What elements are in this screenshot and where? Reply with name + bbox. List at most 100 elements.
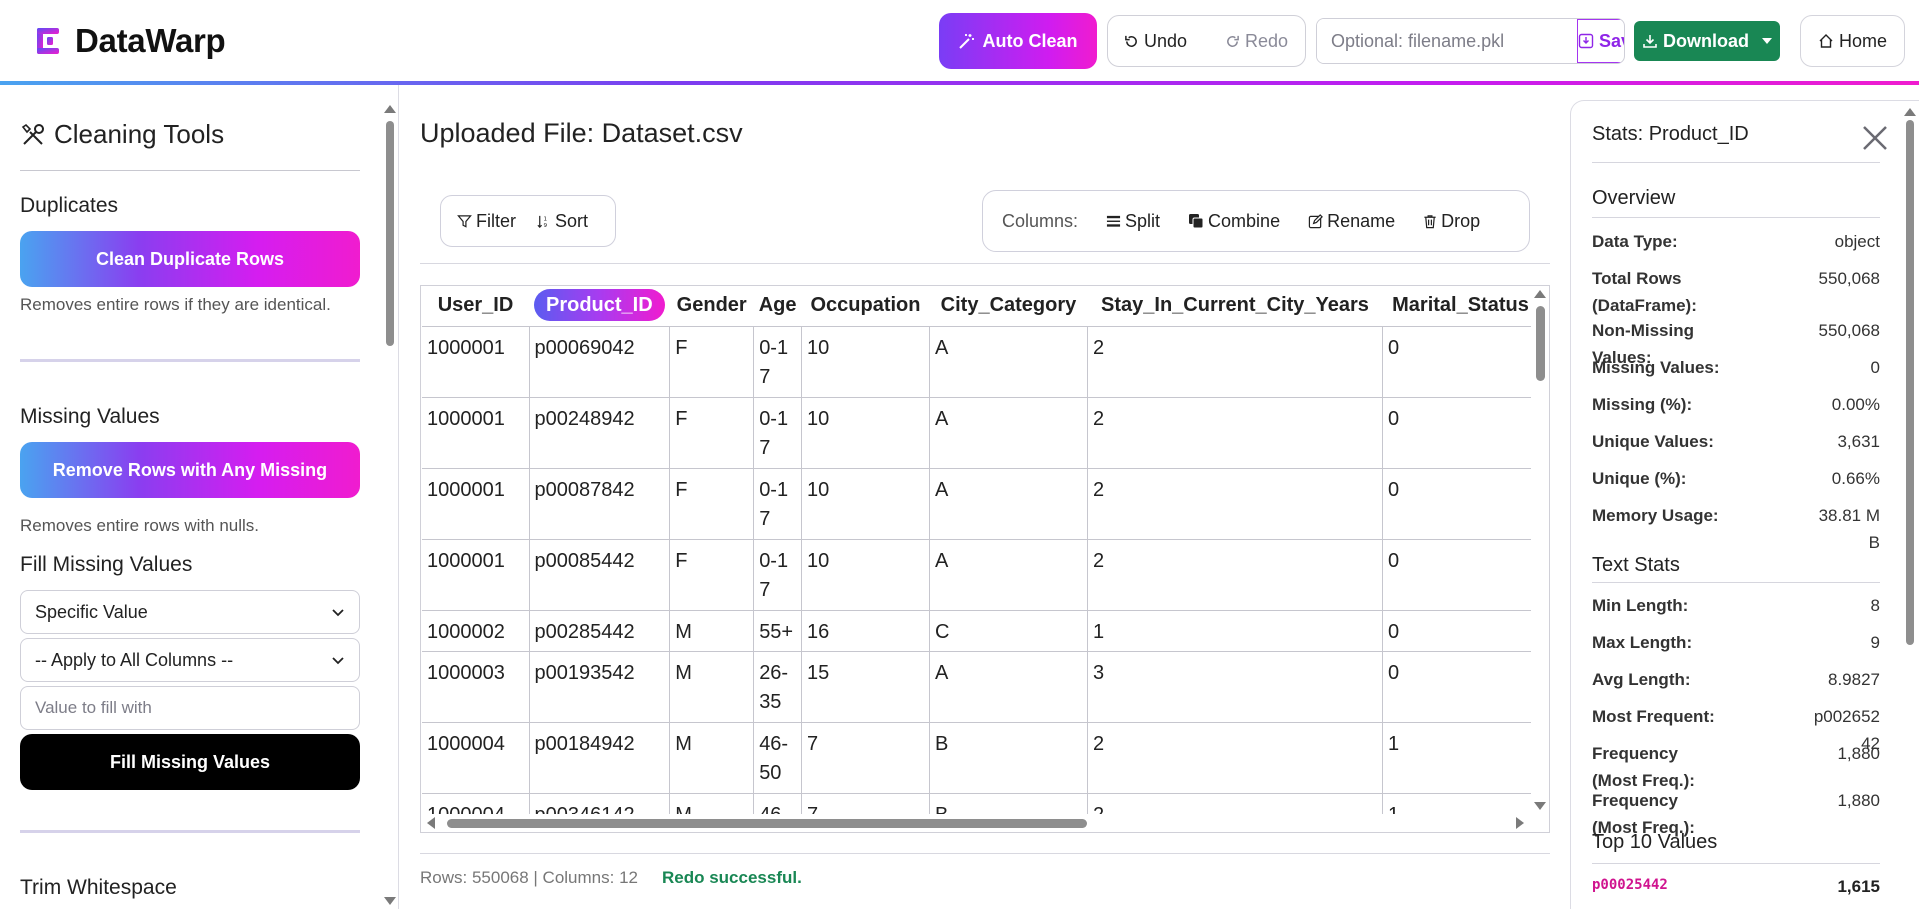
table-cell[interactable]: 0 xyxy=(1382,539,1539,611)
scroll-down-icon[interactable] xyxy=(1534,802,1546,810)
table-cell[interactable]: 2 xyxy=(1087,326,1383,398)
redo-button[interactable]: Redo xyxy=(1209,16,1304,66)
column-header[interactable]: User_ID xyxy=(422,286,529,327)
table-cell[interactable]: 1 xyxy=(1382,722,1539,794)
table-cell[interactable]: p00085442 xyxy=(529,539,671,611)
table-cell[interactable]: 10 xyxy=(801,397,930,469)
table-cell[interactable]: A xyxy=(929,539,1088,611)
table-cell[interactable]: p00069042 xyxy=(529,326,671,398)
fill-method-select[interactable]: Specific Value xyxy=(20,590,360,634)
table-cell[interactable]: 1000001 xyxy=(422,397,530,469)
filter-button[interactable]: Filter xyxy=(457,211,516,232)
table-cell[interactable]: A xyxy=(929,397,1088,469)
table-cell[interactable]: 2 xyxy=(1087,722,1383,794)
table-hscroll-thumb[interactable] xyxy=(447,819,1087,828)
table-cell[interactable]: A xyxy=(929,651,1088,723)
column-header[interactable]: Marital_Status xyxy=(1382,286,1539,327)
table-cell[interactable]: 10 xyxy=(801,468,930,540)
table-cell[interactable]: 26-35 xyxy=(753,651,802,723)
table-row[interactable]: 1000001 p00248942 F 0-17 10 A 2 0 xyxy=(422,397,1539,469)
scroll-up-icon[interactable] xyxy=(384,105,396,113)
table-cell[interactable]: p00248942 xyxy=(529,397,671,469)
split-column-button[interactable]: Split xyxy=(1106,211,1160,232)
table-cell[interactable]: 7 xyxy=(801,722,930,794)
table-cell[interactable]: F xyxy=(669,397,755,469)
scroll-left-icon[interactable] xyxy=(427,817,435,829)
table-vscroll-thumb[interactable] xyxy=(1536,306,1545,381)
table-row[interactable]: 1000003 p00193542 M 26-35 15 A 3 0 xyxy=(422,651,1539,723)
table-row[interactable]: 1000002 p00285442 M 55+ 16 C 1 0 xyxy=(422,610,1539,652)
drop-column-button[interactable]: Drop xyxy=(1423,211,1480,232)
table-cell[interactable]: 1000002 xyxy=(422,610,530,652)
table-cell[interactable]: F xyxy=(669,539,755,611)
table-cell[interactable]: p00193542 xyxy=(529,651,671,723)
combine-columns-button[interactable]: Combine xyxy=(1188,211,1280,232)
table-cell[interactable]: 1000004 xyxy=(422,722,530,794)
column-header[interactable]: Age xyxy=(753,286,802,327)
column-header[interactable]: Stay_In_Current_City_Years xyxy=(1087,286,1383,327)
table-cell[interactable]: 2 xyxy=(1087,397,1383,469)
sort-button[interactable]: 19 Sort xyxy=(536,211,588,232)
table-cell[interactable]: 55+ xyxy=(753,610,802,652)
table-cell[interactable]: 46-50 xyxy=(753,722,802,794)
table-cell[interactable]: 1000001 xyxy=(422,326,530,398)
scroll-up-icon[interactable] xyxy=(1904,108,1916,116)
table-cell[interactable]: 0-17 xyxy=(753,397,802,469)
column-header[interactable]: Occupation xyxy=(801,286,930,327)
remove-missing-rows-button[interactable]: Remove Rows with Any Missing xyxy=(20,442,360,498)
table-cell[interactable]: B xyxy=(929,722,1088,794)
table-cell[interactable]: 0 xyxy=(1382,468,1539,540)
table-cell[interactable]: 2 xyxy=(1087,539,1383,611)
table-cell[interactable]: 3 xyxy=(1087,651,1383,723)
stats-scrollbar[interactable] xyxy=(1901,100,1919,909)
scroll-right-icon[interactable] xyxy=(1516,817,1524,829)
filename-input[interactable] xyxy=(1317,19,1577,63)
table-cell[interactable]: 1000003 xyxy=(422,651,530,723)
table-cell[interactable]: 16 xyxy=(801,610,930,652)
table-row[interactable]: 1000004 p00184942 M 46-50 7 B 2 1 xyxy=(422,722,1539,794)
fill-value-input[interactable]: Value to fill with xyxy=(20,686,360,730)
table-horizontal-scrollbar[interactable] xyxy=(421,814,1549,832)
table-cell[interactable]: p00184942 xyxy=(529,722,671,794)
table-cell[interactable]: 0 xyxy=(1382,397,1539,469)
undo-button[interactable]: Undo xyxy=(1108,16,1203,66)
column-header-selected[interactable]: Product_ID xyxy=(529,286,670,327)
table-cell[interactable]: A xyxy=(929,468,1088,540)
table-cell[interactable]: 1000001 xyxy=(422,468,530,540)
table-cell[interactable]: 2 xyxy=(1087,468,1383,540)
table-cell[interactable]: 0-17 xyxy=(753,326,802,398)
close-icon[interactable] xyxy=(1860,123,1890,153)
table-cell[interactable]: 0 xyxy=(1382,326,1539,398)
table-cell[interactable]: 15 xyxy=(801,651,930,723)
table-cell[interactable]: 10 xyxy=(801,326,930,398)
table-cell[interactable]: 10 xyxy=(801,539,930,611)
table-cell[interactable]: p00087842 xyxy=(529,468,671,540)
auto-clean-button[interactable]: Auto Clean xyxy=(939,13,1097,69)
column-header[interactable]: Gender xyxy=(669,286,754,327)
table-cell[interactable]: M xyxy=(669,651,755,723)
table-cell[interactable]: 0 xyxy=(1382,610,1539,652)
scroll-up-icon[interactable] xyxy=(1534,290,1546,298)
table-cell[interactable]: 0-17 xyxy=(753,468,802,540)
table-row[interactable]: 1000001 p00069042 F 0-17 10 A 2 0 xyxy=(422,326,1539,398)
sidebar-scroll-thumb[interactable] xyxy=(386,121,394,346)
fill-column-select[interactable]: -- Apply to All Columns -- xyxy=(20,638,360,682)
table-cell[interactable]: C xyxy=(929,610,1088,652)
table-row[interactable]: 1000001 p00087842 F 0-17 10 A 2 0 xyxy=(422,468,1539,540)
clean-duplicates-button[interactable]: Clean Duplicate Rows xyxy=(20,231,360,287)
rename-column-button[interactable]: Rename xyxy=(1308,211,1395,232)
table-cell[interactable]: A xyxy=(929,326,1088,398)
table-cell[interactable]: F xyxy=(669,326,755,398)
table-cell[interactable]: M xyxy=(669,722,755,794)
table-vertical-scrollbar[interactable] xyxy=(1531,286,1549,815)
stats-scroll-thumb[interactable] xyxy=(1906,120,1914,645)
table-cell[interactable]: 1 xyxy=(1087,610,1383,652)
table-cell[interactable]: p00285442 xyxy=(529,610,671,652)
table-cell[interactable]: 1000001 xyxy=(422,539,530,611)
app-logo[interactable]: DataWarp xyxy=(35,22,226,60)
table-cell[interactable]: F xyxy=(669,468,755,540)
table-row[interactable]: 1000001 p00085442 F 0-17 10 A 2 0 xyxy=(422,539,1539,611)
sidebar-scrollbar[interactable] xyxy=(382,85,398,909)
scroll-down-icon[interactable] xyxy=(384,897,396,905)
fill-missing-button[interactable]: Fill Missing Values xyxy=(20,734,360,790)
